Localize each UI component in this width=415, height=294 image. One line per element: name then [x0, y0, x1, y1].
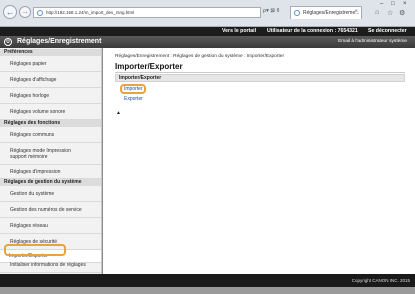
- title-divider: [115, 72, 405, 73]
- sidebar-item-common[interactable]: Réglages communs: [0, 127, 101, 143]
- minimize-icon[interactable]: –: [380, 1, 383, 7]
- browser-tab[interactable]: Réglages/Enregistreme... ×: [290, 6, 362, 19]
- sidebar-item-initialize[interactable]: Initialiser informations de réglages: [0, 257, 101, 273]
- panel-header: Importer/Exporter: [115, 74, 405, 82]
- browser-toolbar: ← → http://192.168.1.24/m_import_dev_rsn…: [0, 0, 415, 27]
- copyright: Copyright CANON INC. 2015: [351, 278, 410, 283]
- login-user-label: Utilisateur de la connexion : 7654321: [267, 28, 358, 34]
- breadcrumb: Réglages/Enregistrement : Réglages de ge…: [115, 54, 285, 59]
- sidebar-section-preferences: Préférences: [0, 49, 101, 56]
- sidebar-section-system: Réglages de gestion du système: [0, 179, 101, 186]
- sidebar-item-clock[interactable]: Réglages horloge: [0, 88, 101, 104]
- sidebar-item-system-management[interactable]: Gestion du système: [0, 186, 101, 202]
- sidebar-section-functions: Réglages des fonctions: [0, 120, 101, 127]
- tab-globe-icon: [294, 10, 300, 16]
- sidebar-item-printing[interactable]: Réglages d'impression: [0, 165, 101, 179]
- tab-close-icon[interactable]: ×: [354, 9, 358, 15]
- globe-icon: [37, 10, 43, 16]
- settings-logo-icon: ⚙: [4, 38, 12, 46]
- import-link[interactable]: Importer: [124, 86, 143, 92]
- back-button[interactable]: ←: [3, 5, 17, 19]
- footer: Copyright CANON INC. 2015: [0, 274, 415, 287]
- forward-button[interactable]: →: [19, 6, 31, 18]
- import-export-panel: Importer/Exporter Importer Exporter: [115, 74, 405, 106]
- sidebar-item-volume[interactable]: Réglages volume sonore: [0, 104, 101, 120]
- sidebar-item-network[interactable]: Réglages réseau: [0, 218, 101, 234]
- export-link[interactable]: Exporter: [124, 96, 143, 102]
- restore-icon[interactable]: □: [391, 1, 395, 7]
- close-window-icon[interactable]: ×: [403, 1, 407, 7]
- address-bar[interactable]: http://192.168.1.24/m_import_dev_rsng.ht…: [33, 7, 261, 18]
- sidebar-item-display[interactable]: Réglages d'affichage: [0, 72, 101, 88]
- page-title: Importer/Exporter: [115, 62, 183, 71]
- bottom-strip: [0, 287, 415, 294]
- settings-icon[interactable]: ⚙: [399, 9, 405, 17]
- address-url: http://192.168.1.24/m_import_dev_rsng.ht…: [46, 10, 135, 15]
- app-header: ⚙ Réglages/Enregistrement Email à l'admi…: [0, 36, 415, 48]
- sidebar-item-service-numbers[interactable]: Gestion des numéros de service: [0, 202, 101, 218]
- portal-link[interactable]: Vers le portail: [222, 28, 256, 34]
- home-icon[interactable]: ⌂: [375, 9, 379, 16]
- back-to-top-icon[interactable]: ▲: [116, 110, 121, 116]
- main-content: Réglages/Enregistrement : Réglages de ge…: [103, 48, 415, 274]
- top-bar: Vers le portail Utilisateur de la connex…: [0, 27, 415, 36]
- address-controls[interactable]: ρ▾ ⊠ ¢: [263, 8, 280, 14]
- admin-email-link[interactable]: Email à l'administrateur système: [338, 39, 407, 44]
- sidebar-item-memory-print[interactable]: Réglages mode Impression support mémoire: [0, 143, 101, 165]
- sidebar: Préférences Réglages papier Réglages d'a…: [0, 48, 102, 274]
- logout-link[interactable]: Se déconnecter: [368, 28, 407, 34]
- app-title: Réglages/Enregistrement: [17, 38, 102, 45]
- favorites-icon[interactable]: ☆: [387, 9, 393, 17]
- tab-title: Réglages/Enregistreme...: [303, 10, 360, 16]
- sidebar-item-paper[interactable]: Réglages papier: [0, 56, 101, 72]
- import-export-highlight: [4, 244, 66, 256]
